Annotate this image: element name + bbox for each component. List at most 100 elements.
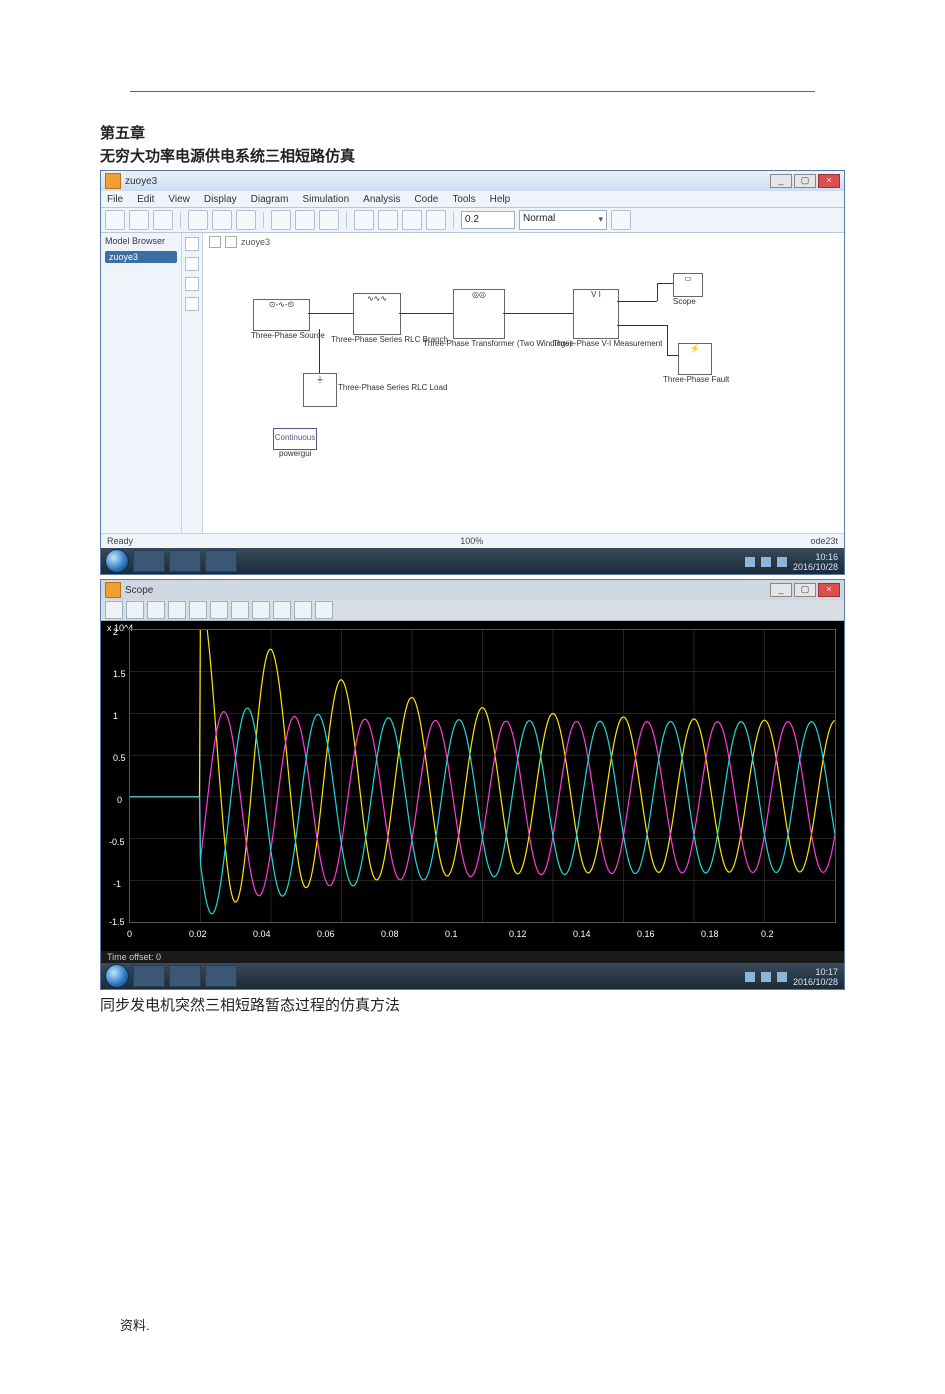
lock-axes-icon[interactable] — [294, 601, 312, 619]
menu-analysis[interactable]: Analysis — [363, 194, 400, 205]
taskbar-clock[interactable]: 10:17 2016/10/28 — [793, 967, 838, 987]
menu-help[interactable]: Help — [490, 194, 511, 205]
up-button[interactable] — [236, 210, 256, 230]
scope-block[interactable]: ▭ — [673, 273, 703, 297]
taskbar-word-icon[interactable] — [205, 550, 237, 572]
run-button[interactable] — [378, 210, 398, 230]
signal-wire — [308, 313, 353, 314]
y-tick: 0.5 — [113, 753, 126, 763]
model-config-button[interactable] — [295, 210, 315, 230]
menu-file[interactable]: File — [107, 194, 123, 205]
menu-view[interactable]: View — [168, 194, 190, 205]
three-phase-fault-block[interactable]: ⚡ — [678, 343, 712, 375]
tray-network-icon[interactable] — [761, 972, 771, 982]
window-titlebar[interactable]: zuoye3 _ ▢ × — [101, 171, 844, 191]
restore-axes-icon[interactable] — [252, 601, 270, 619]
menu-diagram[interactable]: Diagram — [251, 194, 289, 205]
signal-wire — [667, 355, 678, 356]
tray-flag-icon[interactable] — [745, 557, 755, 567]
window-title: zuoye3 — [125, 176, 157, 187]
windows-taskbar: 10:17 2016/10/28 — [101, 963, 844, 989]
maximize-button[interactable]: ▢ — [794, 583, 816, 597]
menu-display[interactable]: Display — [204, 194, 237, 205]
transformer-block[interactable]: ◎◎ — [453, 289, 505, 339]
three-phase-source-block[interactable]: ⊙-∿-⧀ — [253, 299, 310, 331]
stop-button[interactable] — [426, 210, 446, 230]
chapter-heading: 第五章 — [100, 122, 845, 143]
block-label: Three-Phase Fault — [663, 375, 729, 384]
block-label: Three-Phase V-I Measurement — [553, 339, 662, 348]
step-forward-button[interactable] — [402, 210, 422, 230]
step-back-button[interactable] — [354, 210, 374, 230]
taskbar-explorer-icon[interactable] — [133, 550, 165, 572]
new-model-button[interactable] — [105, 210, 125, 230]
tray-flag-icon[interactable] — [745, 972, 755, 982]
zoom-icon[interactable] — [147, 601, 165, 619]
model-canvas[interactable]: zuoye3 ⊙-∿-⧀ Three-Phase Source ∿∿∿ Thre… — [203, 233, 844, 533]
rlc-load-block[interactable]: ⏚ — [303, 373, 337, 407]
y-tick: 2 — [113, 627, 118, 637]
fast-restart-button[interactable] — [611, 210, 631, 230]
model-browser-node[interactable]: zuoye3 — [105, 251, 177, 263]
vi-measurement-block[interactable]: V I — [573, 289, 619, 339]
toolbar: 0.2 Normal — [101, 208, 844, 233]
print-button[interactable] — [153, 210, 173, 230]
scope-titlebar[interactable]: Scope _ ▢ × — [101, 580, 844, 600]
explorer-bar-icon[interactable] — [209, 236, 221, 248]
zoom-level: 100% — [133, 536, 810, 546]
save-data-icon[interactable] — [231, 601, 249, 619]
minimize-button[interactable]: _ — [770, 174, 792, 188]
block-label: powergui — [279, 449, 311, 458]
zoom-y-icon[interactable] — [189, 601, 207, 619]
close-button[interactable]: × — [818, 174, 840, 188]
image-tool-icon[interactable] — [185, 297, 199, 311]
simulation-mode-select[interactable]: Normal — [519, 210, 607, 230]
powergui-block[interactable]: Continuous — [273, 428, 317, 450]
menu-edit[interactable]: Edit — [137, 194, 154, 205]
x-tick: 0.1 — [445, 929, 458, 939]
toolbar-separator — [263, 212, 264, 228]
annotation-tool-icon[interactable] — [185, 257, 199, 271]
zoom-x-icon[interactable] — [168, 601, 186, 619]
stop-time-field[interactable]: 0.2 — [461, 211, 515, 229]
tray-network-icon[interactable] — [761, 557, 771, 567]
library-browser-button[interactable] — [271, 210, 291, 230]
model-browser-title: Model Browser — [101, 233, 181, 249]
start-button[interactable] — [105, 964, 129, 988]
autoscale-icon[interactable] — [210, 601, 228, 619]
taskbar-matlab-icon[interactable] — [169, 965, 201, 987]
rlc-branch-block[interactable]: ∿∿∿ — [353, 293, 401, 335]
back-button[interactable] — [188, 210, 208, 230]
forward-button[interactable] — [212, 210, 232, 230]
block-label: Three-Phase Source — [251, 331, 325, 340]
y-tick: -1.5 — [109, 917, 125, 927]
toolbar-separator — [346, 212, 347, 228]
hide-browser-icon[interactable] — [185, 237, 199, 251]
x-tick: 0 — [127, 929, 132, 939]
close-button[interactable]: × — [818, 583, 840, 597]
tray-volume-icon[interactable] — [777, 972, 787, 982]
tray-volume-icon[interactable] — [777, 557, 787, 567]
menu-code[interactable]: Code — [414, 194, 438, 205]
taskbar-explorer-icon[interactable] — [133, 965, 165, 987]
x-tick: 0.12 — [509, 929, 527, 939]
print-icon[interactable] — [105, 601, 123, 619]
floating-scope-icon[interactable] — [273, 601, 291, 619]
breadcrumb-text[interactable]: zuoye3 — [241, 237, 270, 247]
signal-selection-icon[interactable] — [315, 601, 333, 619]
menu-tools[interactable]: Tools — [452, 194, 475, 205]
area-tool-icon[interactable] — [185, 277, 199, 291]
taskbar-matlab-icon[interactable] — [169, 550, 201, 572]
model-explorer-button[interactable] — [319, 210, 339, 230]
canvas-palette — [182, 233, 203, 533]
save-button[interactable] — [129, 210, 149, 230]
start-button[interactable] — [105, 549, 129, 573]
minimize-button[interactable]: _ — [770, 583, 792, 597]
menu-simulation[interactable]: Simulation — [302, 194, 349, 205]
maximize-button[interactable]: ▢ — [794, 174, 816, 188]
parameters-icon[interactable] — [126, 601, 144, 619]
y-tick: -0.5 — [109, 837, 125, 847]
taskbar-clock[interactable]: 10:16 2016/10/28 — [793, 552, 838, 572]
scope-plot-area[interactable]: x 10^4 2 1.5 1 0.5 0 -0.5 -1 -1.5 0 0.02… — [101, 621, 844, 951]
taskbar-word-icon[interactable] — [205, 965, 237, 987]
